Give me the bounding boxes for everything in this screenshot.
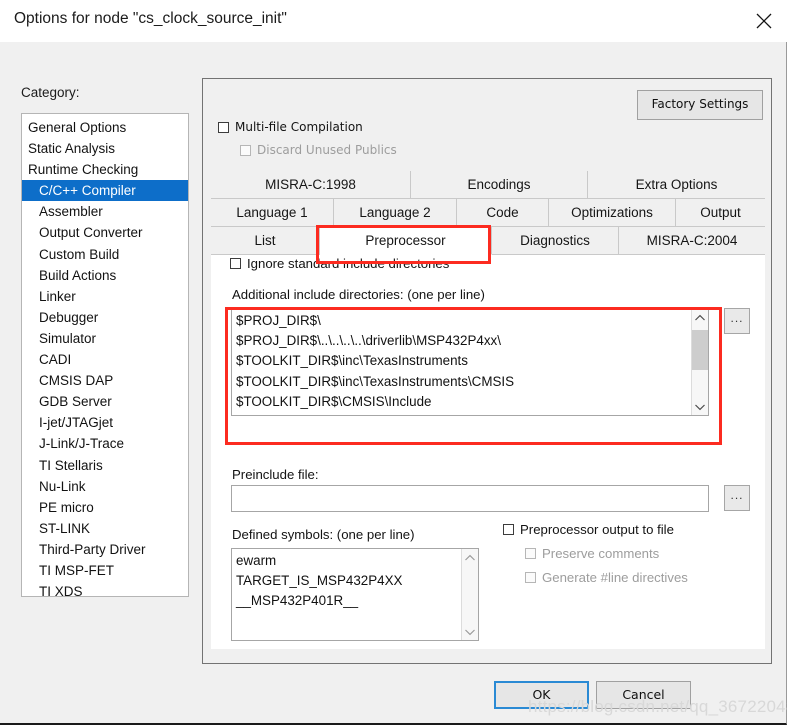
tab-extra-options[interactable]: Extra Options bbox=[588, 171, 765, 199]
sidebar-item-gdb-server[interactable]: GDB Server bbox=[22, 391, 188, 412]
checkbox-box bbox=[525, 572, 536, 583]
sidebar-item-nu-link[interactable]: Nu-Link bbox=[22, 476, 188, 497]
tab-encodings[interactable]: Encodings bbox=[411, 171, 588, 199]
tab-diagnostics[interactable]: Diagnostics bbox=[492, 227, 619, 255]
scrollbar-thumb[interactable] bbox=[692, 330, 708, 370]
ignore-standard-include-checkbox[interactable]: Ignore standard include directories bbox=[230, 256, 449, 271]
chevron-up-icon bbox=[695, 314, 705, 320]
options-panel: Factory Settings Multi-file Compilation … bbox=[202, 78, 772, 664]
checkbox-box bbox=[218, 121, 229, 133]
tab-row-2: Language 1 Language 2 Code Optimizations Out… bbox=[211, 199, 765, 227]
preinclude-file-label: Preinclude file: bbox=[232, 467, 319, 482]
defined-symbols-scrollbar[interactable] bbox=[461, 549, 478, 640]
sidebar-item-assembler[interactable]: Assembler bbox=[22, 201, 188, 222]
options-dialog: Options for node "cs_clock_source_init" … bbox=[0, 0, 787, 725]
sidebar-item-output-converter[interactable]: Output Converter bbox=[22, 222, 188, 243]
tab-optimizations[interactable]: Optimizations bbox=[549, 199, 676, 227]
checkbox-box bbox=[503, 524, 514, 535]
checkbox-box bbox=[525, 548, 536, 559]
tab-code[interactable]: Code bbox=[457, 199, 549, 227]
category-label: Category: bbox=[21, 85, 80, 100]
preinclude-file-browse-button[interactable]: ... bbox=[724, 485, 750, 511]
sidebar-item-build-actions[interactable]: Build Actions bbox=[22, 265, 188, 286]
sidebar-item-third-party-driver[interactable]: Third-Party Driver bbox=[22, 539, 188, 560]
preinclude-file-input[interactable] bbox=[231, 485, 709, 512]
tab-output[interactable]: Output bbox=[676, 199, 765, 227]
sidebar-item-debugger[interactable]: Debugger bbox=[22, 307, 188, 328]
include-directories-browse-button[interactable]: ... bbox=[724, 308, 750, 334]
preserve-comments-checkbox: Preserve comments bbox=[525, 546, 659, 561]
tab-strip: MISRA-C:1998 Encodings Extra Options Langu… bbox=[211, 171, 765, 255]
preprocessor-output-to-file-label: Preprocessor output to file bbox=[520, 522, 674, 537]
include-directories-label: Additional include directories: (one per… bbox=[232, 287, 485, 302]
include-directories-value: $PROJ_DIR$\ $PROJ_DIR$\..\..\..\..\drive… bbox=[236, 313, 515, 409]
generate-line-directives-checkbox: Generate #line directives bbox=[525, 570, 688, 585]
multi-file-compilation-label: Multi-file Compilation bbox=[235, 120, 363, 134]
tab-language-1[interactable]: Language 1 bbox=[211, 199, 334, 227]
title-bar: Options for node "cs_clock_source_init" bbox=[0, 0, 787, 42]
checkbox-box bbox=[240, 144, 251, 156]
sidebar-item-cadi[interactable]: CADI bbox=[22, 349, 188, 370]
tab-row-3: List Preprocessor Diagnostics MISRA-C:2004 bbox=[211, 227, 765, 255]
multi-file-compilation-checkbox[interactable]: Multi-file Compilation bbox=[218, 120, 363, 134]
include-directories-textarea[interactable]: $PROJ_DIR$\ $PROJ_DIR$\..\..\..\..\drive… bbox=[231, 308, 709, 416]
discard-unused-publics-label: Discard Unused Publics bbox=[257, 143, 397, 157]
tab-misra-c-1998[interactable]: MISRA-C:1998 bbox=[211, 171, 411, 199]
close-button[interactable] bbox=[741, 0, 787, 40]
ignore-standard-include-label: Ignore standard include directories bbox=[247, 256, 450, 271]
category-listbox[interactable]: General Options Static Analysis Runtime Ch… bbox=[21, 113, 189, 597]
chevron-down-icon bbox=[465, 629, 475, 635]
sidebar-item-cmsis-dap[interactable]: CMSIS DAP bbox=[22, 370, 188, 391]
sidebar-item-ti-msp-fet[interactable]: TI MSP-FET bbox=[22, 560, 188, 581]
tab-list[interactable]: List bbox=[211, 227, 320, 255]
sidebar-item-st-link[interactable]: ST-LINK bbox=[22, 518, 188, 539]
factory-settings-button[interactable]: Factory Settings bbox=[637, 90, 763, 120]
defined-symbols-value: ewarm TARGET_IS_MSP432P4XX __MSP432P401R… bbox=[236, 553, 403, 609]
preserve-comments-label: Preserve comments bbox=[542, 546, 660, 561]
cancel-button[interactable]: Cancel bbox=[596, 681, 691, 709]
sidebar-item-runtime-checking[interactable]: Runtime Checking bbox=[22, 159, 188, 180]
sidebar-item-custom-build[interactable]: Custom Build bbox=[22, 244, 188, 265]
sidebar-item-j-link-j-trace[interactable]: J-Link/J-Trace bbox=[22, 433, 188, 454]
sidebar-item-static-analysis[interactable]: Static Analysis bbox=[22, 138, 188, 159]
defined-symbols-label: Defined symbols: (one per line) bbox=[232, 527, 415, 542]
tab-row-1: MISRA-C:1998 Encodings Extra Options bbox=[211, 171, 765, 199]
scroll-up-button[interactable] bbox=[462, 549, 478, 566]
sidebar-item-ti-stellaris[interactable]: TI Stellaris bbox=[22, 455, 188, 476]
discard-unused-publics-checkbox: Discard Unused Publics bbox=[240, 143, 397, 157]
sidebar-item-general-options[interactable]: General Options bbox=[22, 117, 188, 138]
preprocessor-output-to-file-checkbox[interactable]: Preprocessor output to file bbox=[503, 522, 674, 537]
scroll-down-button[interactable] bbox=[462, 623, 478, 640]
ok-button[interactable]: OK bbox=[494, 681, 589, 709]
chevron-up-icon bbox=[465, 554, 475, 560]
sidebar-item-ti-xds[interactable]: TI XDS bbox=[22, 581, 188, 596]
sidebar-item-simulator[interactable]: Simulator bbox=[22, 328, 188, 349]
page-title: Options for node "cs_clock_source_init" bbox=[14, 10, 287, 27]
tab-language-2[interactable]: Language 2 bbox=[334, 199, 457, 227]
chevron-down-icon bbox=[695, 404, 705, 410]
close-icon bbox=[756, 13, 772, 29]
sidebar-item-c-c-compiler[interactable]: C/C++ Compiler bbox=[22, 180, 188, 202]
include-directories-scrollbar[interactable] bbox=[691, 309, 708, 415]
sidebar-item-i-jet-jtagjet[interactable]: I-jet/JTAGjet bbox=[22, 412, 188, 433]
scroll-down-button[interactable] bbox=[692, 398, 708, 415]
defined-symbols-textarea[interactable]: ewarm TARGET_IS_MSP432P4XX __MSP432P401R… bbox=[231, 548, 479, 641]
tab-preprocessor[interactable]: Preprocessor bbox=[320, 227, 492, 255]
tab-misra-c-2004[interactable]: MISRA-C:2004 bbox=[619, 227, 765, 255]
sidebar-item-pe-micro[interactable]: PE micro bbox=[22, 497, 188, 518]
sidebar-item-linker[interactable]: Linker bbox=[22, 286, 188, 307]
scroll-up-button[interactable] bbox=[692, 309, 708, 326]
checkbox-box bbox=[230, 258, 241, 269]
generate-line-directives-label: Generate #line directives bbox=[542, 570, 688, 585]
